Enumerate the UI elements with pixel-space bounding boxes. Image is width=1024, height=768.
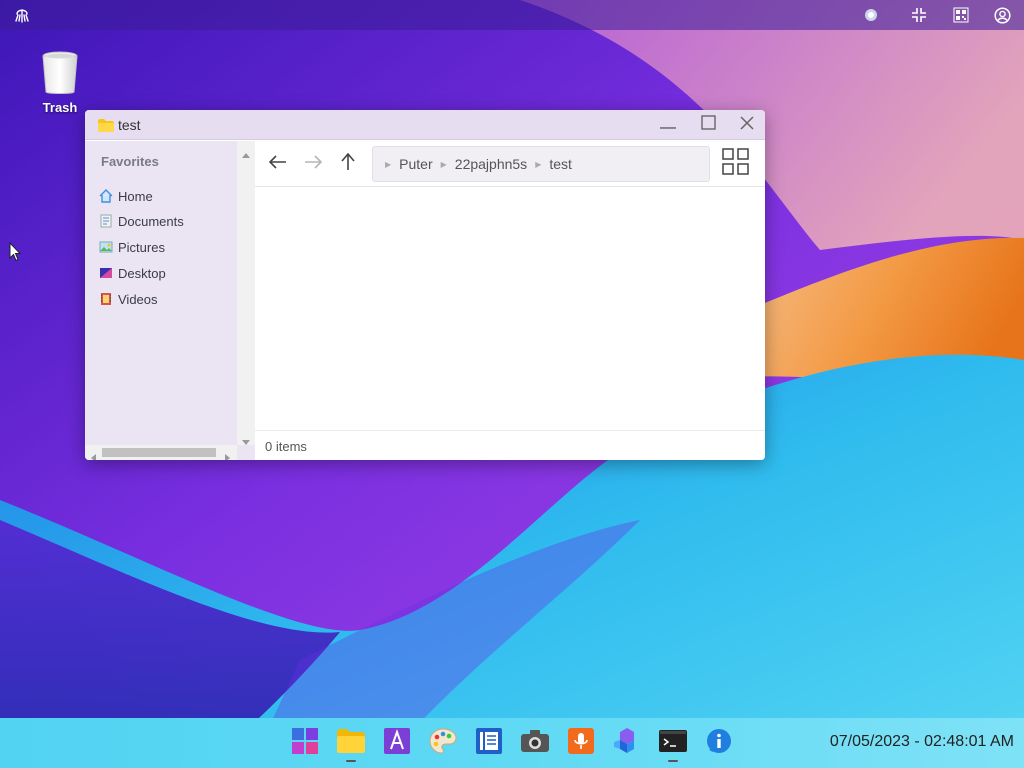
breadcrumb-item[interactable]: 22pajphn5s	[455, 156, 527, 172]
file-explorer-window: test Favorites Home Documents Pictures D…	[85, 110, 765, 460]
sidebar-item-label: Desktop	[118, 265, 166, 281]
maximize-icon	[700, 115, 716, 135]
sidebar-item-videos[interactable]: Videos	[99, 289, 158, 309]
mouse-cursor-icon	[9, 241, 22, 267]
folder-icon	[98, 119, 114, 137]
about-icon	[706, 728, 732, 759]
taskbar-app-notes[interactable]	[475, 727, 503, 759]
grid-view-icon	[721, 148, 749, 180]
desktop-icon-label: Trash	[42, 100, 78, 115]
window-title: test	[118, 117, 141, 133]
sidebar-vertical-scrollbar[interactable]	[237, 141, 255, 445]
scroll-right-icon[interactable]	[225, 449, 231, 460]
camera-icon	[521, 729, 549, 757]
sidebar-item-pictures[interactable]: Pictures	[99, 237, 165, 257]
sidebar-item-documents[interactable]: Documents	[99, 211, 184, 231]
minimize-button[interactable]	[657, 115, 679, 135]
exit-fullscreen-icon[interactable]	[909, 5, 929, 25]
breadcrumb-item[interactable]: test	[549, 156, 572, 172]
forward-arrow-icon	[304, 154, 323, 174]
taskbar-app-about[interactable]	[705, 728, 733, 759]
sidebar-heading: Favorites	[101, 154, 159, 169]
breadcrumb-separator-icon: ▶	[535, 159, 542, 169]
taskbar-app-editor[interactable]	[383, 727, 411, 759]
qr-code-icon[interactable]	[951, 5, 971, 25]
close-icon	[740, 115, 754, 135]
sidebar-item-desktop[interactable]: Desktop	[99, 263, 166, 283]
breadcrumb-separator-icon: ▶	[385, 159, 392, 169]
window-titlebar[interactable]: test	[85, 110, 765, 140]
trash-icon	[30, 50, 90, 100]
breadcrumb-item[interactable]: Puter	[399, 156, 432, 172]
sidebar-item-label: Pictures	[118, 239, 165, 255]
paint-icon	[429, 727, 457, 759]
scrollbar-thumb[interactable]	[102, 448, 216, 457]
breadcrumb: ▶ Puter ▶ 22pajphn5s ▶ test	[372, 146, 710, 182]
navigation-bar: ▶ Puter ▶ 22pajphn5s ▶ test	[255, 141, 765, 187]
scroll-left-icon[interactable]	[90, 449, 96, 460]
taskbar-app-camera[interactable]	[521, 729, 549, 757]
notes-icon	[476, 727, 502, 759]
up-button[interactable]	[336, 152, 360, 176]
status-bar: 0 items	[255, 430, 765, 460]
desktop-icon-trash[interactable]: Trash	[30, 50, 90, 115]
up-arrow-icon	[341, 152, 355, 176]
record-icon[interactable]	[861, 5, 881, 25]
breadcrumb-separator-icon: ▶	[440, 159, 447, 169]
taskbar-app-recorder[interactable]	[567, 727, 595, 759]
taskbar-app-terminal[interactable]	[659, 729, 687, 757]
file-explorer-icon	[337, 728, 365, 758]
videos-icon	[99, 292, 113, 306]
terminal-icon	[659, 729, 687, 757]
scroll-down-icon[interactable]	[242, 433, 250, 451]
running-indicator	[668, 760, 678, 762]
item-count: 0 items	[265, 439, 307, 454]
pictures-icon	[99, 240, 113, 254]
user-account-icon[interactable]	[992, 5, 1012, 25]
desktop-icon	[99, 266, 113, 280]
documents-icon	[99, 214, 113, 228]
taskbar-app-blocks[interactable]	[613, 727, 641, 760]
minimize-icon	[659, 116, 677, 135]
blocks-game-icon	[613, 727, 641, 760]
start-menu-button[interactable]	[291, 727, 319, 759]
text-editor-icon	[384, 727, 410, 759]
taskbar-app-files[interactable]	[337, 728, 365, 758]
running-indicator	[346, 760, 356, 762]
forward-button[interactable]	[301, 152, 325, 176]
taskbar: 07/05/2023 - 02:48:01 AM	[0, 718, 1024, 768]
sidebar: Favorites Home Documents Pictures Deskto…	[85, 141, 255, 460]
sidebar-item-home[interactable]: Home	[99, 186, 153, 206]
taskbar-clock[interactable]: 07/05/2023 - 02:48:01 AM	[830, 733, 1014, 751]
sidebar-horizontal-scrollbar[interactable]	[85, 445, 237, 460]
maximize-button[interactable]	[697, 115, 719, 135]
scroll-up-icon[interactable]	[242, 145, 250, 163]
back-arrow-icon	[268, 154, 287, 174]
view-toggle-button[interactable]	[721, 148, 749, 180]
sidebar-item-label: Videos	[118, 291, 158, 307]
recorder-icon	[568, 727, 594, 759]
taskbar-app-paint[interactable]	[429, 727, 457, 759]
file-list-area[interactable]: ▶ Puter ▶ 22pajphn5s ▶ test 0 items	[255, 141, 765, 460]
puter-logo-icon[interactable]	[12, 5, 32, 25]
close-button[interactable]	[736, 115, 758, 135]
top-bar	[0, 0, 1024, 30]
sidebar-item-label: Home	[118, 188, 153, 204]
home-icon	[99, 189, 113, 203]
sidebar-item-label: Documents	[118, 213, 184, 229]
start-menu-icon	[292, 727, 318, 759]
back-button[interactable]	[266, 152, 290, 176]
